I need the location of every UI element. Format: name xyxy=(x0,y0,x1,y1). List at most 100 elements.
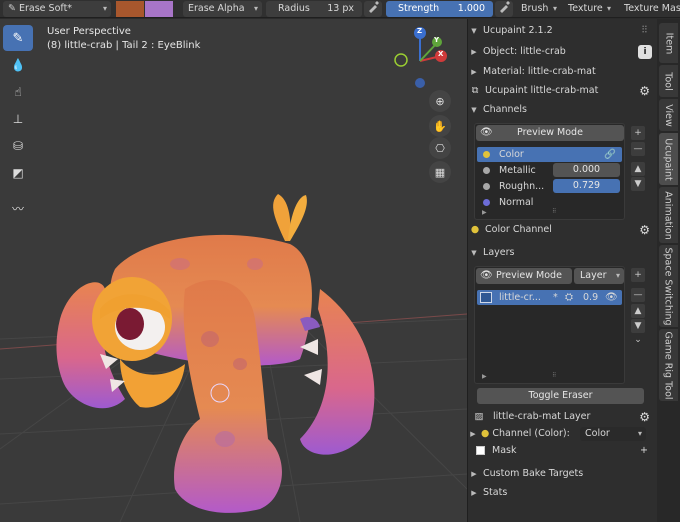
brush-menu[interactable]: Brush ▾ xyxy=(516,1,561,17)
expand-list-icon[interactable]: ▶ xyxy=(482,373,487,380)
layers-preview-mode-button[interactable]: 👁 Preview Mode xyxy=(476,268,572,284)
ucupaint-panel-header[interactable]: ▼ Ucupaint 2.1.2 ⠿ xyxy=(468,22,658,40)
tab-ucupaint[interactable]: Ucupaint xyxy=(659,133,678,185)
annotate-tool[interactable]: 〰 xyxy=(3,195,33,221)
pen-pressure-icon xyxy=(500,1,510,13)
chevron-right-icon: ▶ xyxy=(471,48,477,56)
zoom-icon: ⊕ xyxy=(435,94,445,108)
tab-item[interactable]: Item xyxy=(659,23,678,63)
3d-viewport[interactable]: Z Y X User Perspective (8) little-crab |… xyxy=(0,19,467,522)
drag-handle-icon[interactable]: ⠿ xyxy=(641,22,648,40)
annotate-icon: 〰 xyxy=(11,201,24,216)
add-channel-button[interactable]: + xyxy=(631,126,645,140)
soften-tool[interactable]: 💧 xyxy=(3,52,33,78)
stats-row[interactable]: ▶ Stats xyxy=(468,484,658,502)
tab-space-switching[interactable]: Space Switching xyxy=(659,245,678,327)
layer-mask-icon[interactable]: ⛭ xyxy=(565,290,573,305)
arrow-down-icon: ▼ xyxy=(634,321,642,331)
tab-label: Space Switching xyxy=(663,246,675,326)
perspective-toggle-button[interactable]: ▦ xyxy=(429,161,451,183)
tab-game-rig-tool[interactable]: Game Rig Tool xyxy=(659,329,678,401)
info-icon[interactable]: i xyxy=(638,45,652,59)
add-mask-button[interactable]: + xyxy=(640,442,648,460)
strength-field[interactable]: Strength 1.000 xyxy=(386,1,493,17)
image-icon: ▨ xyxy=(474,411,484,422)
mask-label: Mask xyxy=(492,445,517,456)
blend-mode-dropdown[interactable]: Erase Alpha ▾ xyxy=(183,1,262,17)
channel-color-dropdown[interactable]: Color ▾ xyxy=(580,427,646,441)
channel-row-metallic[interactable]: Metallic 0.000 xyxy=(477,163,622,178)
channels-preview-mode-button[interactable]: 👁 Preview Mode xyxy=(476,125,624,141)
sidebar-tabs: Item Tool View Ucupaint Animation Space … xyxy=(657,19,680,522)
brush-preset-dropdown[interactable]: ✎ Erase Soft* ▾ xyxy=(3,1,111,17)
primary-color-swatch[interactable] xyxy=(116,1,144,17)
object-row[interactable]: ▶ Object: little-crab i xyxy=(468,43,658,61)
move-channel-up-button[interactable]: ▲ xyxy=(631,162,645,176)
layer-type-dropdown[interactable]: Layer ▾ xyxy=(574,268,624,284)
remove-channel-button[interactable]: — xyxy=(631,142,645,156)
strength-pressure-toggle[interactable] xyxy=(495,1,513,17)
layer-options-button[interactable]: ⌄ xyxy=(631,333,645,347)
image-icon xyxy=(480,292,492,303)
mask-tool[interactable]: ◩ xyxy=(3,160,33,186)
viewport-scene xyxy=(0,27,467,522)
radius-field[interactable]: Radius 13 px xyxy=(266,1,362,17)
mat-layer-row[interactable]: ▨ little-crab-mat Layer ⚙ xyxy=(468,408,658,426)
channels-header[interactable]: ▼ Channels xyxy=(468,101,658,119)
strength-value: 1.000 xyxy=(457,3,485,14)
remove-layer-button[interactable]: — xyxy=(631,288,645,302)
blend-mode-label: Erase Alpha xyxy=(188,3,245,14)
eye-icon[interactable]: 👁 xyxy=(605,290,618,305)
move-layer-up-button[interactable]: ▲ xyxy=(631,304,645,318)
resize-handle-icon[interactable]: ⠿ xyxy=(552,208,556,215)
channel-row-color[interactable]: Color 🔗 xyxy=(477,147,622,162)
gear-icon[interactable]: ⚙ xyxy=(639,221,650,239)
tab-animation[interactable]: Animation xyxy=(659,187,678,243)
tab-label: Game Rig Tool xyxy=(663,330,675,400)
roughness-value-field[interactable]: 0.729 xyxy=(553,179,620,193)
clone-tool[interactable]: ⊥ xyxy=(3,106,33,132)
move-layer-down-button[interactable]: ▼ xyxy=(631,319,645,333)
tab-view[interactable]: View xyxy=(659,99,678,131)
resize-handle-icon[interactable]: ⠿ xyxy=(552,372,556,379)
checkbox-icon[interactable] xyxy=(476,446,485,455)
toggle-eraser-button[interactable]: Toggle Eraser xyxy=(477,388,644,404)
texture-menu[interactable]: Texture ▾ xyxy=(563,1,615,17)
layer-row[interactable]: little-cr... * ⛭ 0.9 👁 xyxy=(477,290,622,305)
radius-label: Radius xyxy=(278,3,310,14)
draw-tool[interactable]: ✎ xyxy=(3,25,33,51)
eye-icon: 👁 xyxy=(480,127,493,138)
expand-icon[interactable]: ▶ xyxy=(468,425,478,443)
mask-row[interactable]: Mask + xyxy=(468,442,658,460)
move-channel-down-button[interactable]: ▼ xyxy=(631,177,645,191)
zoom-button[interactable]: ⊕ xyxy=(429,90,451,112)
color-channel-row[interactable]: ● Color Channel ⚙ xyxy=(468,221,658,239)
link-icon[interactable]: 🔗 xyxy=(604,147,616,162)
smear-tool[interactable]: ☝ xyxy=(3,79,33,105)
channel-color-value: Color xyxy=(585,428,610,439)
expand-list-icon[interactable]: ▶ xyxy=(482,209,487,216)
custom-bake-targets-row[interactable]: ▶ Custom Bake Targets xyxy=(468,465,658,483)
gizmo-y-label: Y xyxy=(434,36,440,44)
channel-row-normal[interactable]: Normal xyxy=(477,195,622,210)
viewport-perspective-label: User Perspective xyxy=(47,26,131,37)
gear-icon[interactable]: ⚙ xyxy=(639,82,650,100)
layer-opacity[interactable]: 0.9 xyxy=(583,290,598,305)
metallic-value-field[interactable]: 0.000 xyxy=(553,163,620,177)
layers-header[interactable]: ▼ Layers xyxy=(468,244,658,262)
texture-mask-menu[interactable]: Texture Mask xyxy=(619,1,680,17)
color-socket-icon xyxy=(483,151,490,158)
gear-icon[interactable]: ⚙ xyxy=(639,408,650,426)
secondary-color-swatch[interactable] xyxy=(145,1,173,17)
pan-button[interactable]: ✋ xyxy=(429,115,451,137)
smear-icon: ☝ xyxy=(14,85,22,99)
drop-icon: 💧 xyxy=(10,58,26,72)
material-row[interactable]: ▶ Material: little-crab-mat xyxy=(468,63,658,81)
fill-tool[interactable]: ⛁ xyxy=(3,133,33,159)
add-layer-button[interactable]: + xyxy=(631,268,645,282)
tab-tool[interactable]: Tool xyxy=(659,65,678,97)
camera-view-button[interactable]: ⎔ xyxy=(429,137,451,159)
channel-row-roughness[interactable]: Roughn... 0.729 xyxy=(477,179,622,194)
radius-pressure-toggle[interactable] xyxy=(364,1,382,17)
arrow-up-icon: ▲ xyxy=(634,164,642,174)
